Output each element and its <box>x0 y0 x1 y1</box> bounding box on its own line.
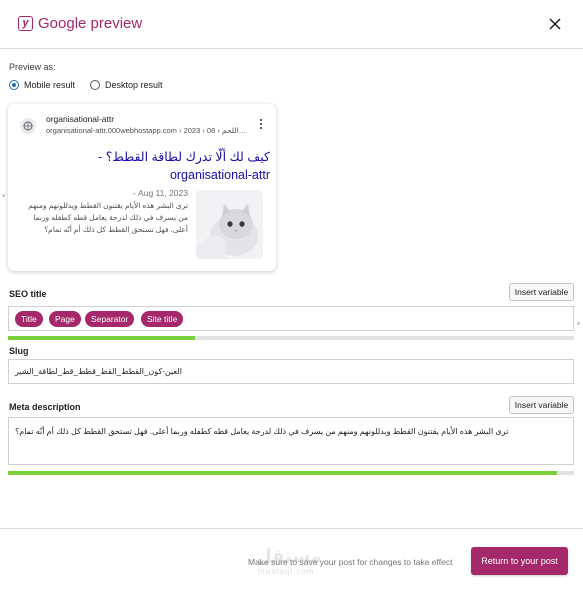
preview-as-label: Preview as: <box>9 62 56 72</box>
meta-description-progress-fill <box>8 471 558 475</box>
serp-title-link[interactable]: كيف لك ألّا تدرك لطاقة القطط؟ - organisa… <box>18 148 270 184</box>
serp-date-separator: - <box>132 188 136 198</box>
slug-input[interactable]: العين-كون_القطط_القط_قطط_قط_لطاقة_الشير <box>8 359 574 384</box>
separator-variable-chip[interactable]: Separator <box>85 311 135 327</box>
title-variable-chip[interactable]: Title <box>15 311 43 327</box>
mobile-result-radio[interactable] <box>9 80 19 90</box>
close-icon[interactable] <box>547 16 563 32</box>
return-to-post-button[interactable]: Return to your post <box>471 547 568 575</box>
slug-label: Slug <box>9 346 29 356</box>
meta-description-progress-bar <box>8 471 574 475</box>
slug-value: العين-كون_القطط_القط_قطط_قط_لطاقة_الشير <box>15 367 182 376</box>
desktop-result-option[interactable]: Desktop result <box>90 80 163 90</box>
drag-dot <box>2 194 5 197</box>
modal-footer: مستقل mostaql.com Make sure to save your… <box>0 528 583 590</box>
yoast-logo-icon: y <box>18 16 33 31</box>
serp-date: Aug 11, 2023 <box>138 188 188 198</box>
modal-header: y Google preview <box>0 0 583 49</box>
meta-description-value: ترى البشر هذه الأيام يقتنون القطط ويدللو… <box>15 427 509 436</box>
modal-title: Google preview <box>38 15 143 32</box>
meta-insert-variable-button[interactable]: Insert variable <box>509 396 574 414</box>
mobile-result-option[interactable]: Mobile result <box>9 80 75 90</box>
meta-description-input[interactable]: ترى البشر هذه الأيام يقتنون القطط ويدللو… <box>8 417 574 465</box>
desktop-result-radio[interactable] <box>90 80 100 90</box>
kebab-menu-icon[interactable] <box>259 118 263 130</box>
seo-title-input[interactable]: Title Page Separator Site title <box>8 306 574 331</box>
seo-title-progress-fill <box>8 336 195 340</box>
google-serp-preview: organisational-attr organisational-attr.… <box>8 104 276 271</box>
page-variable-chip[interactable]: Page <box>49 311 81 327</box>
seo-title-progress-bar <box>8 336 574 340</box>
serp-url: organisational-attr.000webhostapp.com › … <box>46 126 247 135</box>
serp-date-line: Aug 11, 2023 - <box>18 188 188 198</box>
watermark-url: mostaql.com <box>258 567 315 576</box>
site-title-variable-chip[interactable]: Site title <box>141 311 184 327</box>
serp-description: ترى البشر هذه الأيام يقتنون القطط ويدللو… <box>28 201 188 234</box>
seo-title-insert-variable-button[interactable]: Insert variable <box>509 283 574 301</box>
serp-site-name: organisational-attr <box>46 114 115 124</box>
save-reminder-text: Make sure to save your post for changes … <box>248 557 453 567</box>
mobile-result-label: Mobile result <box>24 80 76 90</box>
desktop-result-label: Desktop result <box>105 80 163 90</box>
cat-thumbnail-image <box>196 190 263 259</box>
meta-description-label: Meta description <box>9 402 81 412</box>
seo-title-label: SEO title <box>9 289 47 299</box>
globe-icon <box>20 118 36 134</box>
drag-dot <box>577 322 580 325</box>
